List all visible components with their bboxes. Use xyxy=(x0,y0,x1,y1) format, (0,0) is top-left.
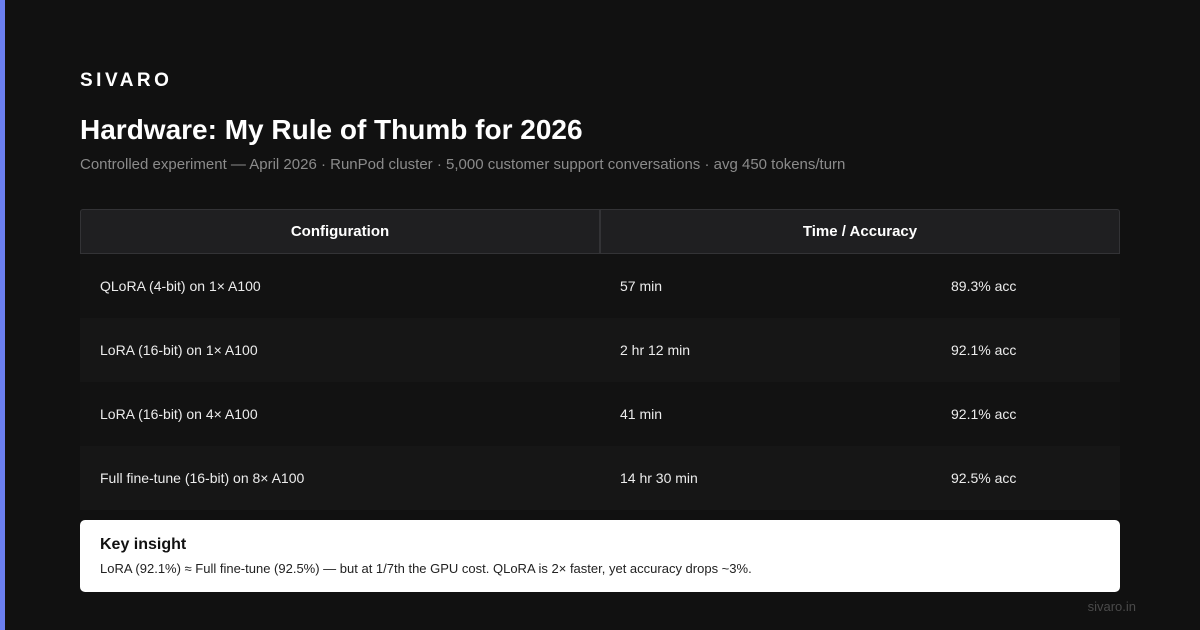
cell-accuracy: 89.3% acc xyxy=(951,278,1017,294)
insight-text: LoRA (92.1%) ≈ Full fine-tune (92.5%) — … xyxy=(100,561,752,576)
table-row: Full fine-tune (16-bit) on 8× A100 14 hr… xyxy=(80,446,1120,510)
table-row: QLoRA (4-bit) on 1× A100 57 min 89.3% ac… xyxy=(80,254,1120,318)
cell-accuracy: 92.1% acc xyxy=(951,342,1017,358)
results-table: Configuration Time / Accuracy QLoRA (4-b… xyxy=(80,209,1120,510)
cell-time: 14 hr 30 min xyxy=(620,470,698,486)
cell-time: 2 hr 12 min xyxy=(620,342,691,358)
cell-configuration: LoRA (16-bit) on 1× A100 xyxy=(100,342,258,358)
cell-configuration: LoRA (16-bit) on 4× A100 xyxy=(100,406,258,422)
table-row: LoRA (16-bit) on 1× A100 2 hr 12 min 92.… xyxy=(80,318,1120,382)
cell-accuracy: 92.1% acc xyxy=(951,406,1017,422)
page-title: Hardware: My Rule of Thumb for 2026 xyxy=(80,114,583,145)
key-insight-card: Key insight LoRA (92.1%) ≈ Full fine-tun… xyxy=(80,520,1120,592)
page-subtitle: Controlled experiment — April 2026 · Run… xyxy=(80,156,846,173)
cell-time: 41 min xyxy=(620,406,663,422)
column-header-time-accuracy: Time / Accuracy xyxy=(600,209,1120,254)
cell-configuration: QLoRA (4-bit) on 1× A100 xyxy=(100,278,261,294)
brand-logo: SIVARO xyxy=(80,70,173,91)
insight-title: Key insight xyxy=(100,536,187,553)
column-header-configuration: Configuration xyxy=(80,209,600,254)
cell-configuration: Full fine-tune (16-bit) on 8× A100 xyxy=(100,470,305,486)
cell-accuracy: 92.5% acc xyxy=(951,470,1017,486)
table-row: LoRA (16-bit) on 4× A100 41 min 92.1% ac… xyxy=(80,382,1120,446)
cell-time: 57 min xyxy=(620,278,663,294)
accent-bar xyxy=(0,0,5,630)
table-header: Configuration Time / Accuracy xyxy=(80,209,1120,254)
footer-url: sivaro.in xyxy=(1087,599,1136,614)
